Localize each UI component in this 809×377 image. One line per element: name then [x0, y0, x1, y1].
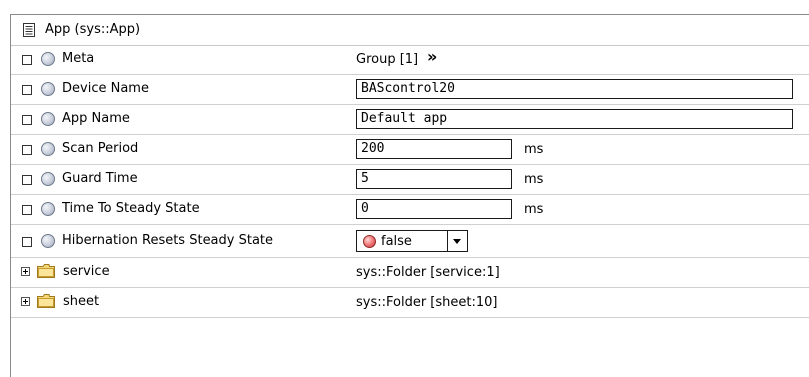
select-checkbox[interactable] — [22, 55, 32, 65]
time-to-steady-state-field[interactable]: 0 — [356, 199, 512, 219]
slot-icon — [41, 202, 55, 216]
document-icon — [23, 23, 35, 37]
folder-icon — [37, 294, 55, 308]
chevron-down-icon[interactable] — [447, 231, 467, 251]
property-label: Hibernation Resets Steady State — [62, 233, 274, 248]
folder-icon — [37, 264, 55, 278]
property-row-time-to-steady-state: Time To Steady State 0 ms — [11, 195, 809, 225]
meta-value: Group [1] — [356, 52, 419, 67]
select-checkbox[interactable] — [22, 85, 32, 95]
unit-label: ms — [524, 172, 544, 187]
folder-row-service[interactable]: service sys::Folder [service:1] — [11, 258, 809, 288]
folder-label: sheet — [63, 294, 100, 309]
hibernation-select[interactable]: false — [356, 230, 468, 252]
property-row-hibernation-resets: Hibernation Resets Steady State false — [11, 225, 809, 258]
slot-icon — [41, 234, 55, 248]
slot-icon — [41, 112, 55, 126]
slot-icon — [41, 172, 55, 186]
sheet-title: App (sys::App) — [45, 22, 141, 37]
select-checkbox[interactable] — [22, 175, 32, 185]
unit-label: ms — [524, 202, 544, 217]
folder-type: sys::Folder [service:1] — [356, 265, 500, 280]
slot-icon — [41, 82, 55, 96]
meta-expand-button[interactable]: » — [427, 47, 437, 66]
expand-icon[interactable] — [21, 297, 30, 306]
select-checkbox[interactable] — [22, 145, 32, 155]
property-row-meta: Meta Group [1] » — [11, 45, 809, 75]
device-name-field[interactable]: BAScontrol20 — [356, 79, 793, 99]
property-row-scan-period: Scan Period 200 ms — [11, 135, 809, 165]
property-row-guard-time: Guard Time 5 ms — [11, 165, 809, 195]
select-checkbox[interactable] — [22, 115, 32, 125]
property-label: App Name — [62, 111, 130, 126]
unit-label: ms — [524, 142, 544, 157]
scan-period-field[interactable]: 200 — [356, 139, 512, 159]
property-label: Device Name — [62, 81, 149, 96]
property-row-device-name: Device Name BAScontrol20 — [11, 75, 809, 105]
property-label: Guard Time — [62, 171, 138, 186]
expand-icon[interactable] — [21, 267, 30, 276]
status-dot-icon — [363, 235, 376, 248]
property-row-app-name: App Name Default app — [11, 105, 809, 135]
folder-type: sys::Folder [sheet:10] — [356, 295, 498, 310]
select-checkbox[interactable] — [22, 205, 32, 215]
select-checkbox[interactable] — [22, 237, 32, 247]
property-sheet: App (sys::App) Meta Group [1] » Device N… — [10, 14, 809, 377]
folder-label: service — [63, 264, 110, 279]
select-value: false — [381, 234, 412, 249]
property-label: Time To Steady State — [62, 201, 200, 216]
app-name-field[interactable]: Default app — [356, 109, 793, 129]
slot-icon — [41, 52, 55, 66]
property-label: Meta — [62, 51, 95, 66]
folder-row-sheet[interactable]: sheet sys::Folder [sheet:10] — [11, 288, 809, 318]
sheet-header: App (sys::App) — [11, 15, 809, 46]
slot-icon — [41, 142, 55, 156]
property-label: Scan Period — [62, 141, 139, 156]
guard-time-field[interactable]: 5 — [356, 169, 512, 189]
